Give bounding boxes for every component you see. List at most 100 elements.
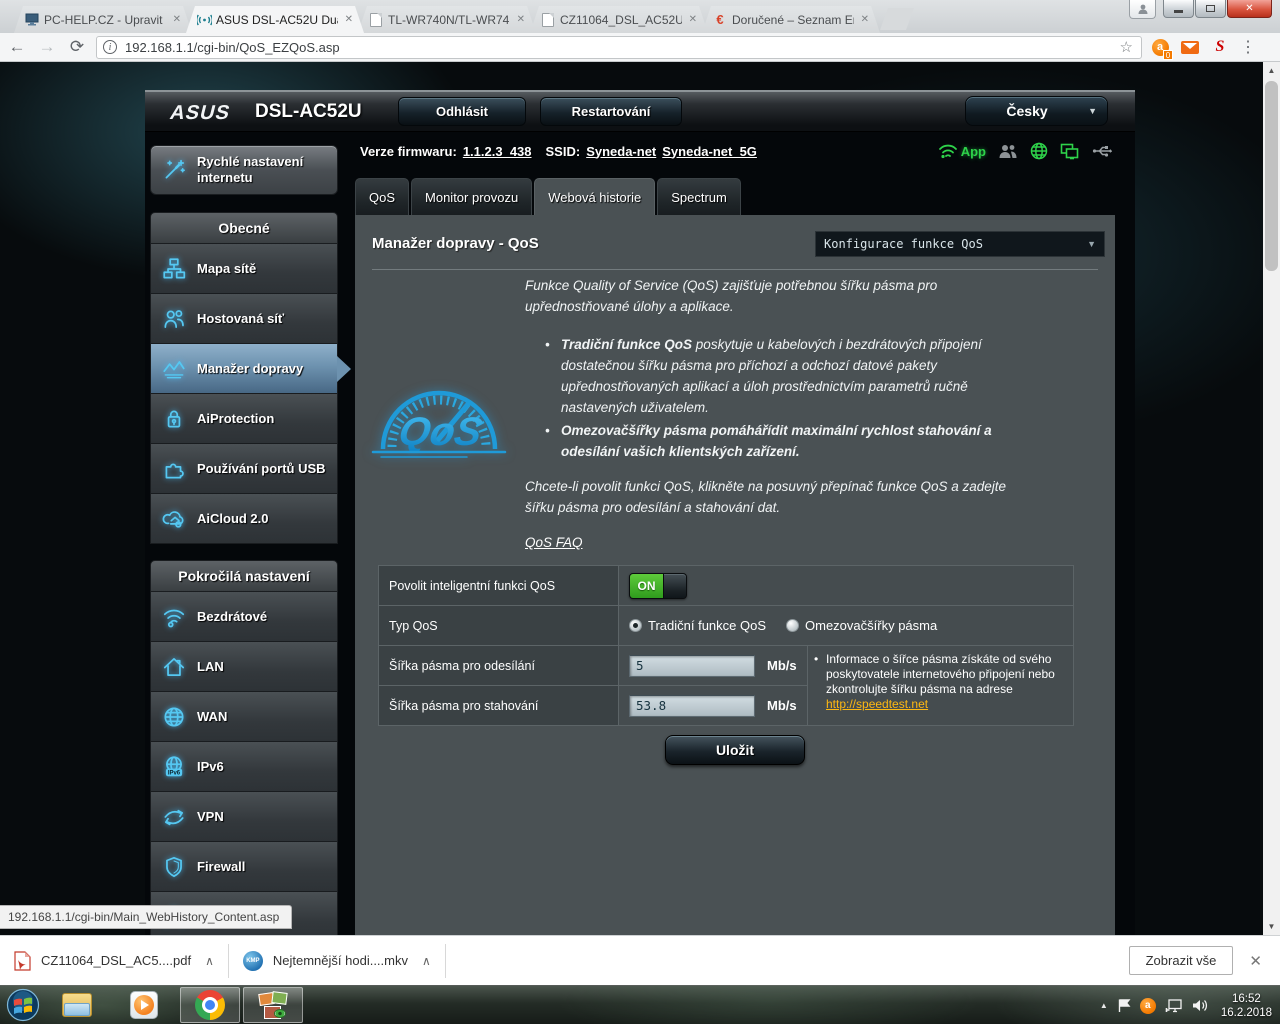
download-bandwidth-input[interactable] [629,695,755,717]
tab-qos[interactable]: QoS [355,178,409,215]
enable-qos-label: Povolit inteligentní funkci QoS [379,566,619,606]
network-tray-icon[interactable] [1165,998,1183,1014]
browser-menu-icon[interactable]: ⋮ [1230,37,1266,57]
seznam-extension-icon[interactable]: S [1210,37,1230,57]
browser-tab-asus[interactable]: ASUS DSL-AC52U Dual-B ✕ [186,6,364,33]
browser-tab-manual[interactable]: CZ11064_DSL_AC52U_M ✕ [530,6,708,33]
tab-close-icon[interactable]: ✕ [858,12,872,27]
save-button[interactable]: Uložit [665,735,805,765]
email-extension-icon[interactable] [1180,37,1200,57]
page-viewport: ASUS DSL-AC52U Odhlásit Restartování Čes… [0,62,1280,935]
language-dropdown[interactable]: Česky ▼ [965,96,1108,126]
sidebar-section-general: Obecné [150,212,338,244]
sidebar-item-aicloud[interactable]: AiCloud 2.0 [150,494,338,544]
ssid-link-5g[interactable]: Syneda-net_5G [662,144,757,159]
browser-tab-pchelp[interactable]: PC-HELP.CZ - Upravit při ✕ [14,6,192,33]
svg-text:QoS: QoS [395,409,485,454]
chevron-up-icon[interactable]: ∧ [418,954,435,968]
router-model: DSL-AC52U [255,101,362,123]
wifi-status-icon[interactable]: App [938,143,986,159]
divider [372,269,1098,270]
sidebar-item-vpn[interactable]: VPN [150,792,338,842]
page-title: Manažer dopravy - QoS [372,235,539,252]
ssid-link-24[interactable]: Syneda-net [586,144,656,159]
sidebar-item-firewall[interactable]: Firewall [150,842,338,892]
sidebar-item-network-map[interactable]: Mapa sítě [150,244,338,294]
avast-extension-icon[interactable]: a 0 [1150,37,1170,57]
upload-bandwidth-input[interactable] [629,655,755,677]
avast-tray-icon[interactable]: a [1140,998,1156,1014]
scrollbar-thumb[interactable] [1265,81,1278,271]
close-download-bar-icon[interactable]: ✕ [1233,952,1280,970]
new-tab-button[interactable] [880,8,914,30]
radio-traditional-qos[interactable] [629,619,642,632]
sidebar-item-lan[interactable]: LAN [150,642,338,692]
tab-close-icon[interactable]: ✕ [514,12,528,27]
show-all-downloads-button[interactable]: Zobrazit vše [1129,946,1234,975]
maximize-button[interactable] [1195,0,1226,18]
internet-status-icon[interactable] [1030,142,1048,160]
clients-status-icon[interactable] [998,143,1018,159]
tab-close-icon[interactable]: ✕ [686,12,700,27]
wifi-broadcast-favicon-icon [196,12,212,28]
radio-bandwidth-limiter[interactable] [786,619,799,632]
address-bar[interactable]: i 192.168.1.1/cgi-bin/QoS_EZQoS.asp ☆ [96,36,1142,59]
taskbar: ▲ a 16:52 16.2.2018 [0,985,1280,1024]
taskbar-clock[interactable]: 16:52 16.2.2018 [1221,992,1276,1020]
reload-button[interactable]: ⟳ [64,35,90,59]
kmplayer-file-icon: KMP [243,951,263,971]
image-viewer-taskbar-button[interactable] [243,987,303,1023]
qos-faq-link[interactable]: QoS FAQ [525,532,583,553]
sidebar-quick-setup-button[interactable]: Rychlé nastavení internetu [150,145,338,195]
volume-tray-icon[interactable] [1192,998,1208,1013]
tab-spectrum[interactable]: Spectrum [657,178,741,215]
speedtest-link[interactable]: http://speedtest.net [826,697,928,711]
page-info-icon[interactable]: i [103,40,117,54]
sidebar-item-guest-network[interactable]: Hostovaná síť [150,294,338,344]
browser-tab-tplink[interactable]: TL-WR740N/TL-WR741N ✕ [358,6,536,33]
restart-button[interactable]: Restartování [540,97,682,126]
sidebar-item-wan[interactable]: WAN [150,692,338,742]
firmware-version-link[interactable]: 1.1.2.3_438 [463,144,532,159]
table-row: Šířka pásma pro odesílání Mb/s • Informa… [379,646,1074,686]
close-button[interactable]: ✕ [1227,0,1272,18]
bookmark-star-icon[interactable]: ☆ [1118,38,1135,56]
devices-status-icon[interactable] [1060,143,1080,160]
profile-button[interactable] [1129,0,1156,19]
browser-tab-email[interactable]: € Doručené – Seznam Ema ✕ [702,6,880,33]
page-favicon-icon [368,12,384,28]
file-explorer-icon[interactable] [62,993,92,1017]
upload-unit: Mb/s [767,658,797,673]
start-button[interactable] [6,988,40,1022]
page-favicon-icon [540,12,556,28]
minimize-button[interactable] [1163,0,1194,18]
usb-status-icon[interactable] [1092,144,1112,158]
scroll-down-icon[interactable]: ▼ [1263,918,1280,935]
sidebar-item-wireless[interactable]: Bezdrátové [150,592,338,642]
download-item-pdf[interactable]: CZ11064_DSL_AC5....pdf ∧ [0,944,229,978]
forward-button[interactable]: → [34,35,60,59]
hidden-icons-arrow[interactable]: ▲ [1100,1001,1108,1010]
back-button[interactable]: ← [4,35,30,59]
tab-traffic-monitor[interactable]: Monitor provozu [411,178,532,215]
download-item-mkv[interactable]: KMP Nejtemnější hodi....mkv ∧ [229,944,446,978]
qos-toggle[interactable]: ON [629,573,687,599]
media-player-icon[interactable] [130,991,158,1019]
guest-network-icon [151,306,197,332]
action-center-flag-icon[interactable] [1117,998,1131,1013]
sidebar-item-ipv6[interactable]: IPv6 IPv6 [150,742,338,792]
firmware-label: Verze firmwaru: [360,144,457,159]
chrome-taskbar-button[interactable] [180,987,240,1023]
qos-config-dropdown[interactable]: Konfigurace funkce QoS ▼ [815,231,1105,257]
sidebar-item-traffic-manager[interactable]: Manažer dopravy [150,344,338,394]
logout-button[interactable]: Odhlásit [398,97,526,126]
tab-close-icon[interactable]: ✕ [342,12,356,27]
sidebar-item-usb[interactable]: Používání portů USB [150,444,338,494]
chevron-down-icon: ▼ [1088,106,1097,116]
tab-close-icon[interactable]: ✕ [170,12,184,27]
sidebar-item-aiprotection[interactable]: AiProtection [150,394,338,444]
tab-web-history[interactable]: Webová historie [534,178,655,215]
scroll-up-icon[interactable]: ▲ [1263,62,1280,79]
scrollbar[interactable]: ▲ ▼ [1263,62,1280,935]
chevron-up-icon[interactable]: ∧ [201,954,218,968]
